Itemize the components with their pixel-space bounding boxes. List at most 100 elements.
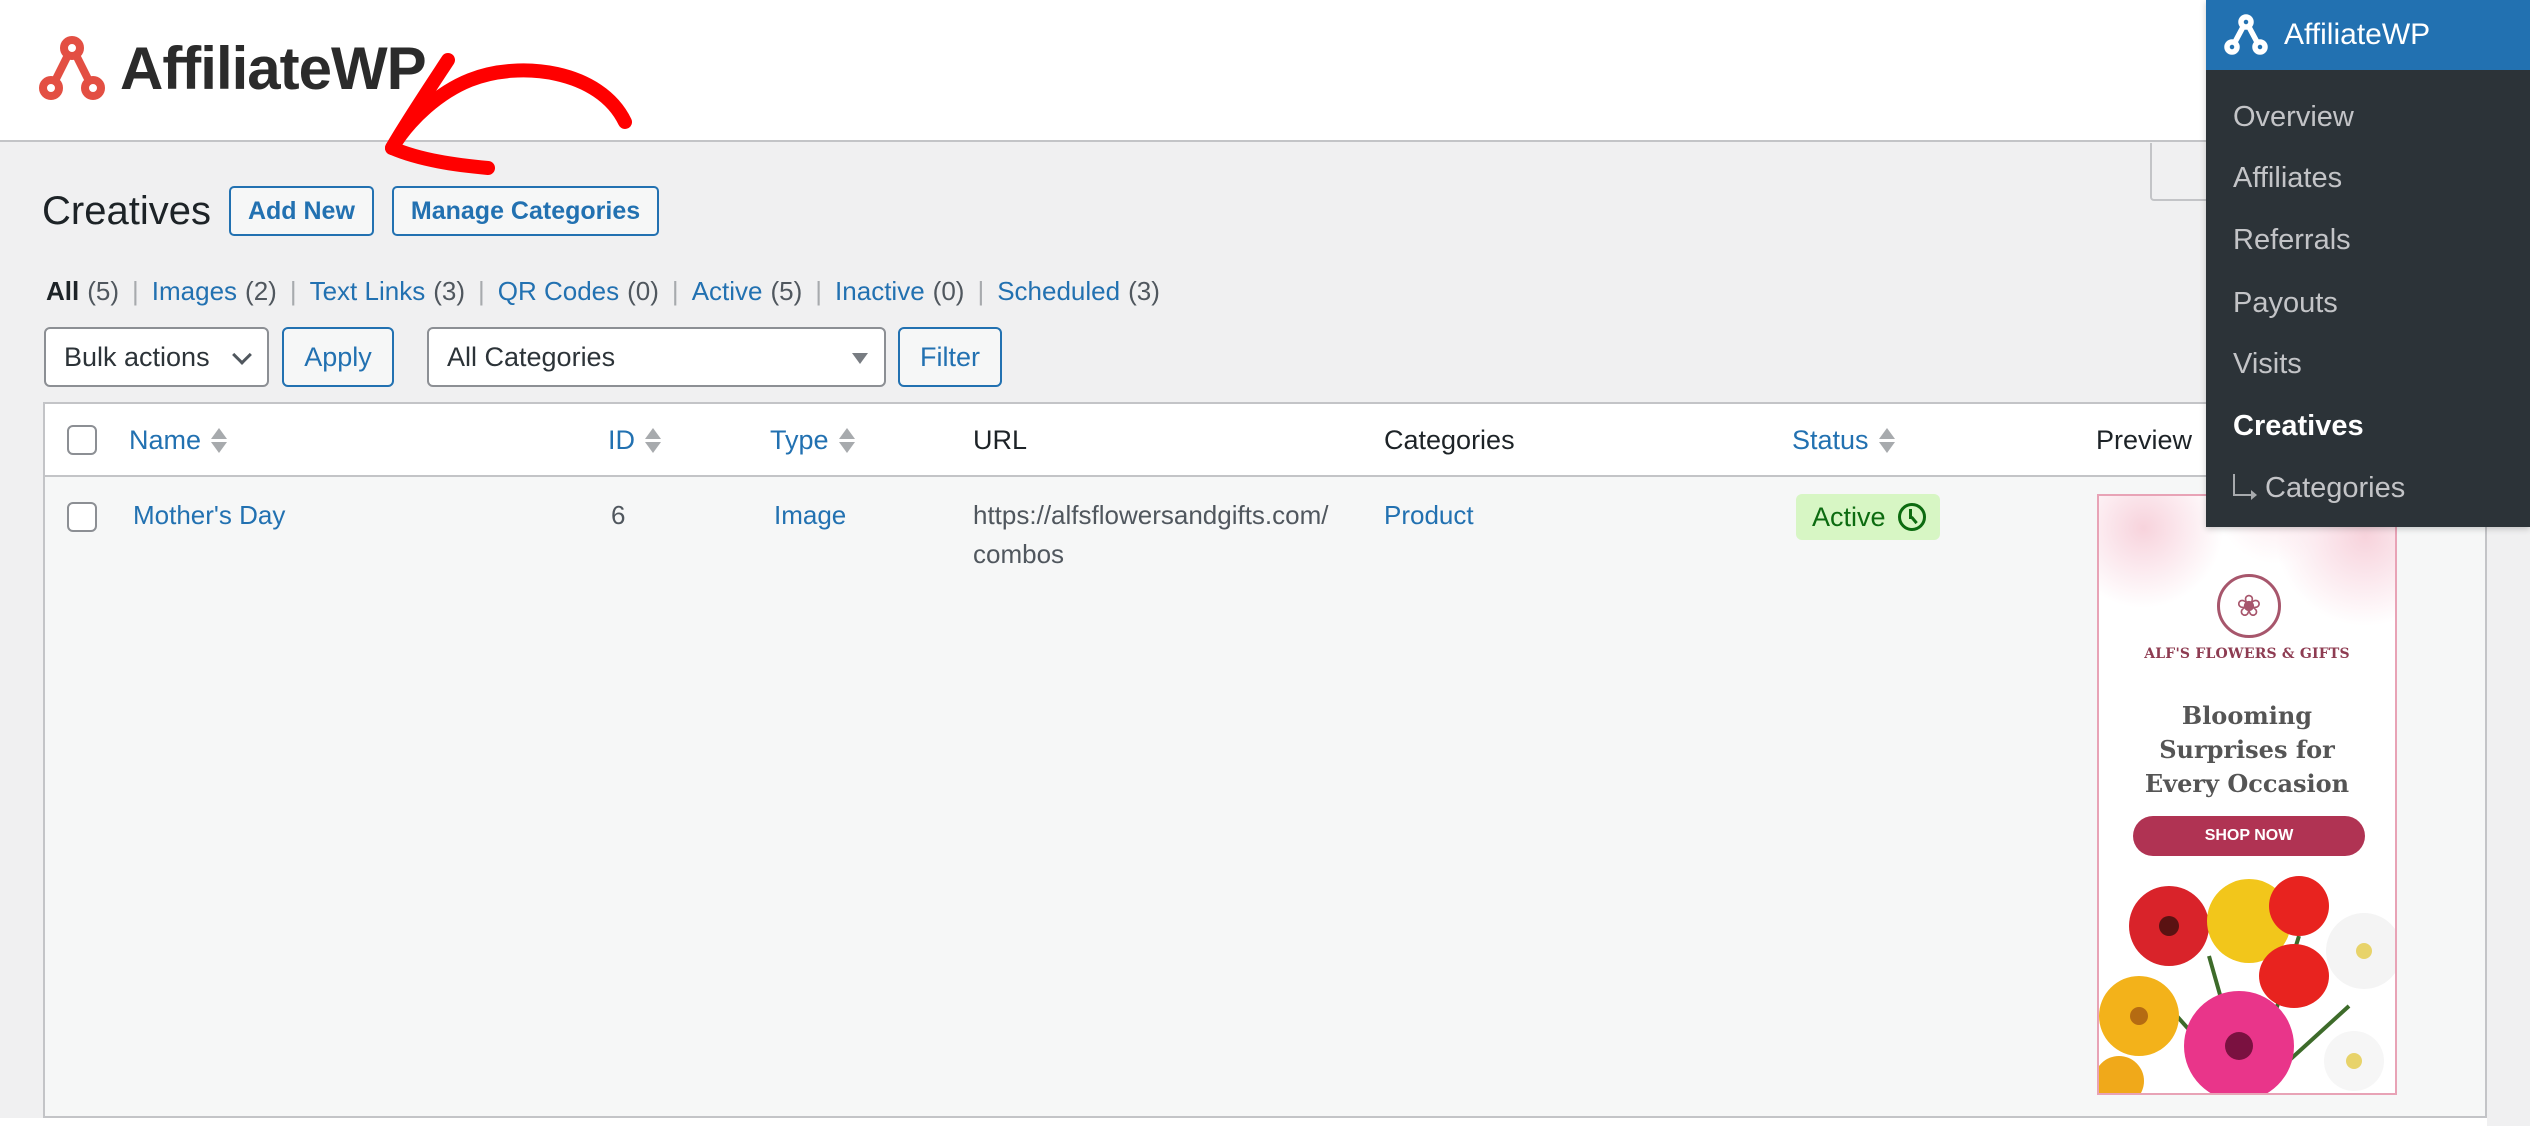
creative-type-link[interactable]: Image bbox=[774, 500, 846, 530]
separator: | bbox=[289, 276, 297, 306]
creative-url: https://alfsflowersandgifts.com/combos bbox=[973, 500, 1329, 569]
view-images-link[interactable]: Images bbox=[152, 276, 237, 307]
column-header-preview: Preview bbox=[2096, 404, 2192, 476]
column-label: ID bbox=[608, 425, 635, 455]
affiliatewp-logo-icon bbox=[39, 36, 105, 100]
column-label: Status bbox=[1792, 425, 1869, 455]
view-count: (3) bbox=[433, 276, 465, 306]
table-header: Name ID Type URL Categories Status Previ… bbox=[45, 404, 2485, 477]
table-nav: Bulk actions Apply All Categories Filter bbox=[44, 327, 1002, 387]
column-header-type[interactable]: Type bbox=[770, 404, 855, 476]
sort-icon bbox=[1878, 427, 1895, 453]
view-qr-codes-link[interactable]: QR Codes bbox=[498, 276, 619, 307]
brand-name: AffiliateWP bbox=[120, 35, 427, 102]
clock-icon bbox=[1897, 503, 1926, 531]
separator: | bbox=[977, 276, 985, 306]
view-active[interactable]: Active (5) bbox=[692, 276, 803, 307]
creative-name: Mother's Day bbox=[133, 496, 285, 535]
creative-type: Image bbox=[774, 496, 846, 535]
category-filter-select[interactable]: All Categories bbox=[427, 327, 886, 387]
lotus-logo-icon: ❀ bbox=[2217, 574, 2281, 638]
headline-line: Blooming bbox=[2181, 701, 2313, 730]
page-title: Creatives bbox=[42, 189, 211, 233]
affiliatewp-menu-icon bbox=[2224, 14, 2268, 55]
select-all-checkbox[interactable] bbox=[67, 425, 97, 455]
separator: | bbox=[815, 276, 823, 306]
column-header-status[interactable]: Status bbox=[1792, 404, 1895, 476]
view-inactive-link[interactable]: Inactive bbox=[835, 276, 925, 307]
view-scheduled-link[interactable]: Scheduled bbox=[997, 276, 1120, 307]
creative-name-link[interactable]: Mother's Day bbox=[133, 500, 285, 530]
preview-store-name: ALF'S FLOWERS & GIFTS bbox=[2144, 646, 2350, 662]
view-count: (3) bbox=[1128, 276, 1160, 306]
status-badge: Active bbox=[1796, 494, 1940, 540]
view-all[interactable]: All (5) bbox=[46, 276, 119, 307]
view-scheduled[interactable]: Scheduled (3) bbox=[997, 276, 1160, 307]
separator: | bbox=[132, 276, 139, 306]
view-count: (5) bbox=[770, 276, 803, 306]
creative-category: Product bbox=[1384, 496, 1474, 535]
view-inactive[interactable]: Inactive (0) bbox=[835, 276, 964, 307]
view-images[interactable]: Images (2) bbox=[152, 276, 277, 307]
dropdown-arrow-icon bbox=[852, 353, 868, 364]
row-checkbox[interactable] bbox=[67, 502, 97, 532]
column-label: Name bbox=[129, 425, 202, 455]
table-footer-area bbox=[0, 1118, 2487, 1126]
column-label: Type bbox=[770, 425, 829, 455]
view-count: (2) bbox=[245, 276, 277, 306]
view-count: (0) bbox=[932, 276, 965, 306]
preview-shop-now-button: SHOP NOW bbox=[2133, 816, 2365, 856]
menu-item-overview[interactable]: Overview bbox=[2233, 101, 2354, 134]
chevron-down-icon bbox=[232, 345, 252, 365]
admin-flyout-menu: AffiliateWP Overview Affiliates Referral… bbox=[2206, 0, 2530, 527]
view-count: (5) bbox=[87, 276, 120, 306]
manage-categories-button[interactable]: Manage Categories bbox=[391, 186, 660, 236]
creative-preview-image[interactable]: ❀ ALF'S FLOWERS & GIFTS Blooming Surpris… bbox=[2097, 494, 2397, 1095]
separator: | bbox=[477, 276, 485, 306]
category-filter-value: All Categories bbox=[447, 342, 616, 372]
column-header-url: URL bbox=[973, 404, 1027, 476]
column-header-id[interactable]: ID bbox=[608, 404, 661, 476]
column-header-categories: Categories bbox=[1384, 404, 1515, 476]
flower-bouquet-icon bbox=[2099, 876, 2395, 1093]
column-label: Preview bbox=[2096, 425, 2193, 455]
menu-item-visits[interactable]: Visits bbox=[2233, 348, 2302, 381]
view-qr-codes[interactable]: QR Codes (0) bbox=[498, 276, 659, 307]
column-header-name[interactable]: Name bbox=[129, 404, 228, 476]
view-active-link[interactable]: Active bbox=[692, 276, 763, 307]
add-new-button[interactable]: Add New bbox=[228, 186, 374, 236]
headline-line: Every Occasion bbox=[2144, 769, 2350, 798]
preview-headline: Blooming Surprises for Every Occasion bbox=[2099, 699, 2395, 801]
status-label: Active bbox=[1812, 501, 1886, 532]
apply-button[interactable]: Apply bbox=[282, 327, 394, 387]
category-link[interactable]: Product bbox=[1384, 500, 1474, 530]
menu-title: AffiliateWP bbox=[2284, 18, 2431, 51]
view-text-links-link[interactable]: Text Links bbox=[310, 276, 426, 307]
menu-item-categories[interactable]: Categories bbox=[2233, 472, 2405, 505]
submenu-arrow-icon bbox=[2233, 473, 2257, 500]
page-title-row: Creatives Add New Manage Categories bbox=[42, 186, 677, 236]
brand-logo[interactable]: AffiliateWP bbox=[38, 35, 427, 102]
filter-button[interactable]: Filter bbox=[898, 327, 1002, 387]
view-text-links[interactable]: Text Links (3) bbox=[310, 276, 465, 307]
sort-icon bbox=[211, 427, 228, 453]
separator: | bbox=[671, 276, 679, 306]
menu-item-referrals[interactable]: Referrals bbox=[2233, 224, 2351, 257]
bulk-actions-select[interactable]: Bulk actions bbox=[44, 327, 269, 387]
view-filters: All (5) | Images (2) | Text Links (3) | QR … bbox=[46, 276, 1160, 307]
menu-item-label: Categories bbox=[2265, 472, 2406, 504]
sort-icon bbox=[645, 427, 661, 453]
column-label: URL bbox=[973, 425, 1028, 455]
creative-id: 6 bbox=[611, 500, 626, 530]
column-label: Categories bbox=[1384, 425, 1515, 455]
headline-line: Surprises for bbox=[2159, 735, 2335, 764]
sort-icon bbox=[838, 427, 855, 453]
view-all-link[interactable]: All bbox=[46, 276, 79, 307]
menu-item-affiliates[interactable]: Affiliates bbox=[2233, 162, 2342, 195]
menu-item-payouts[interactable]: Payouts bbox=[2233, 287, 2338, 320]
creatives-table: Name ID Type URL Categories Status Previ… bbox=[43, 402, 2487, 1118]
menu-header-affiliatewp[interactable]: AffiliateWP bbox=[2206, 0, 2530, 70]
bulk-actions-value: Bulk actions bbox=[64, 342, 210, 372]
menu-item-creatives[interactable]: Creatives bbox=[2233, 410, 2364, 443]
top-header: AffiliateWP bbox=[0, 0, 2530, 142]
